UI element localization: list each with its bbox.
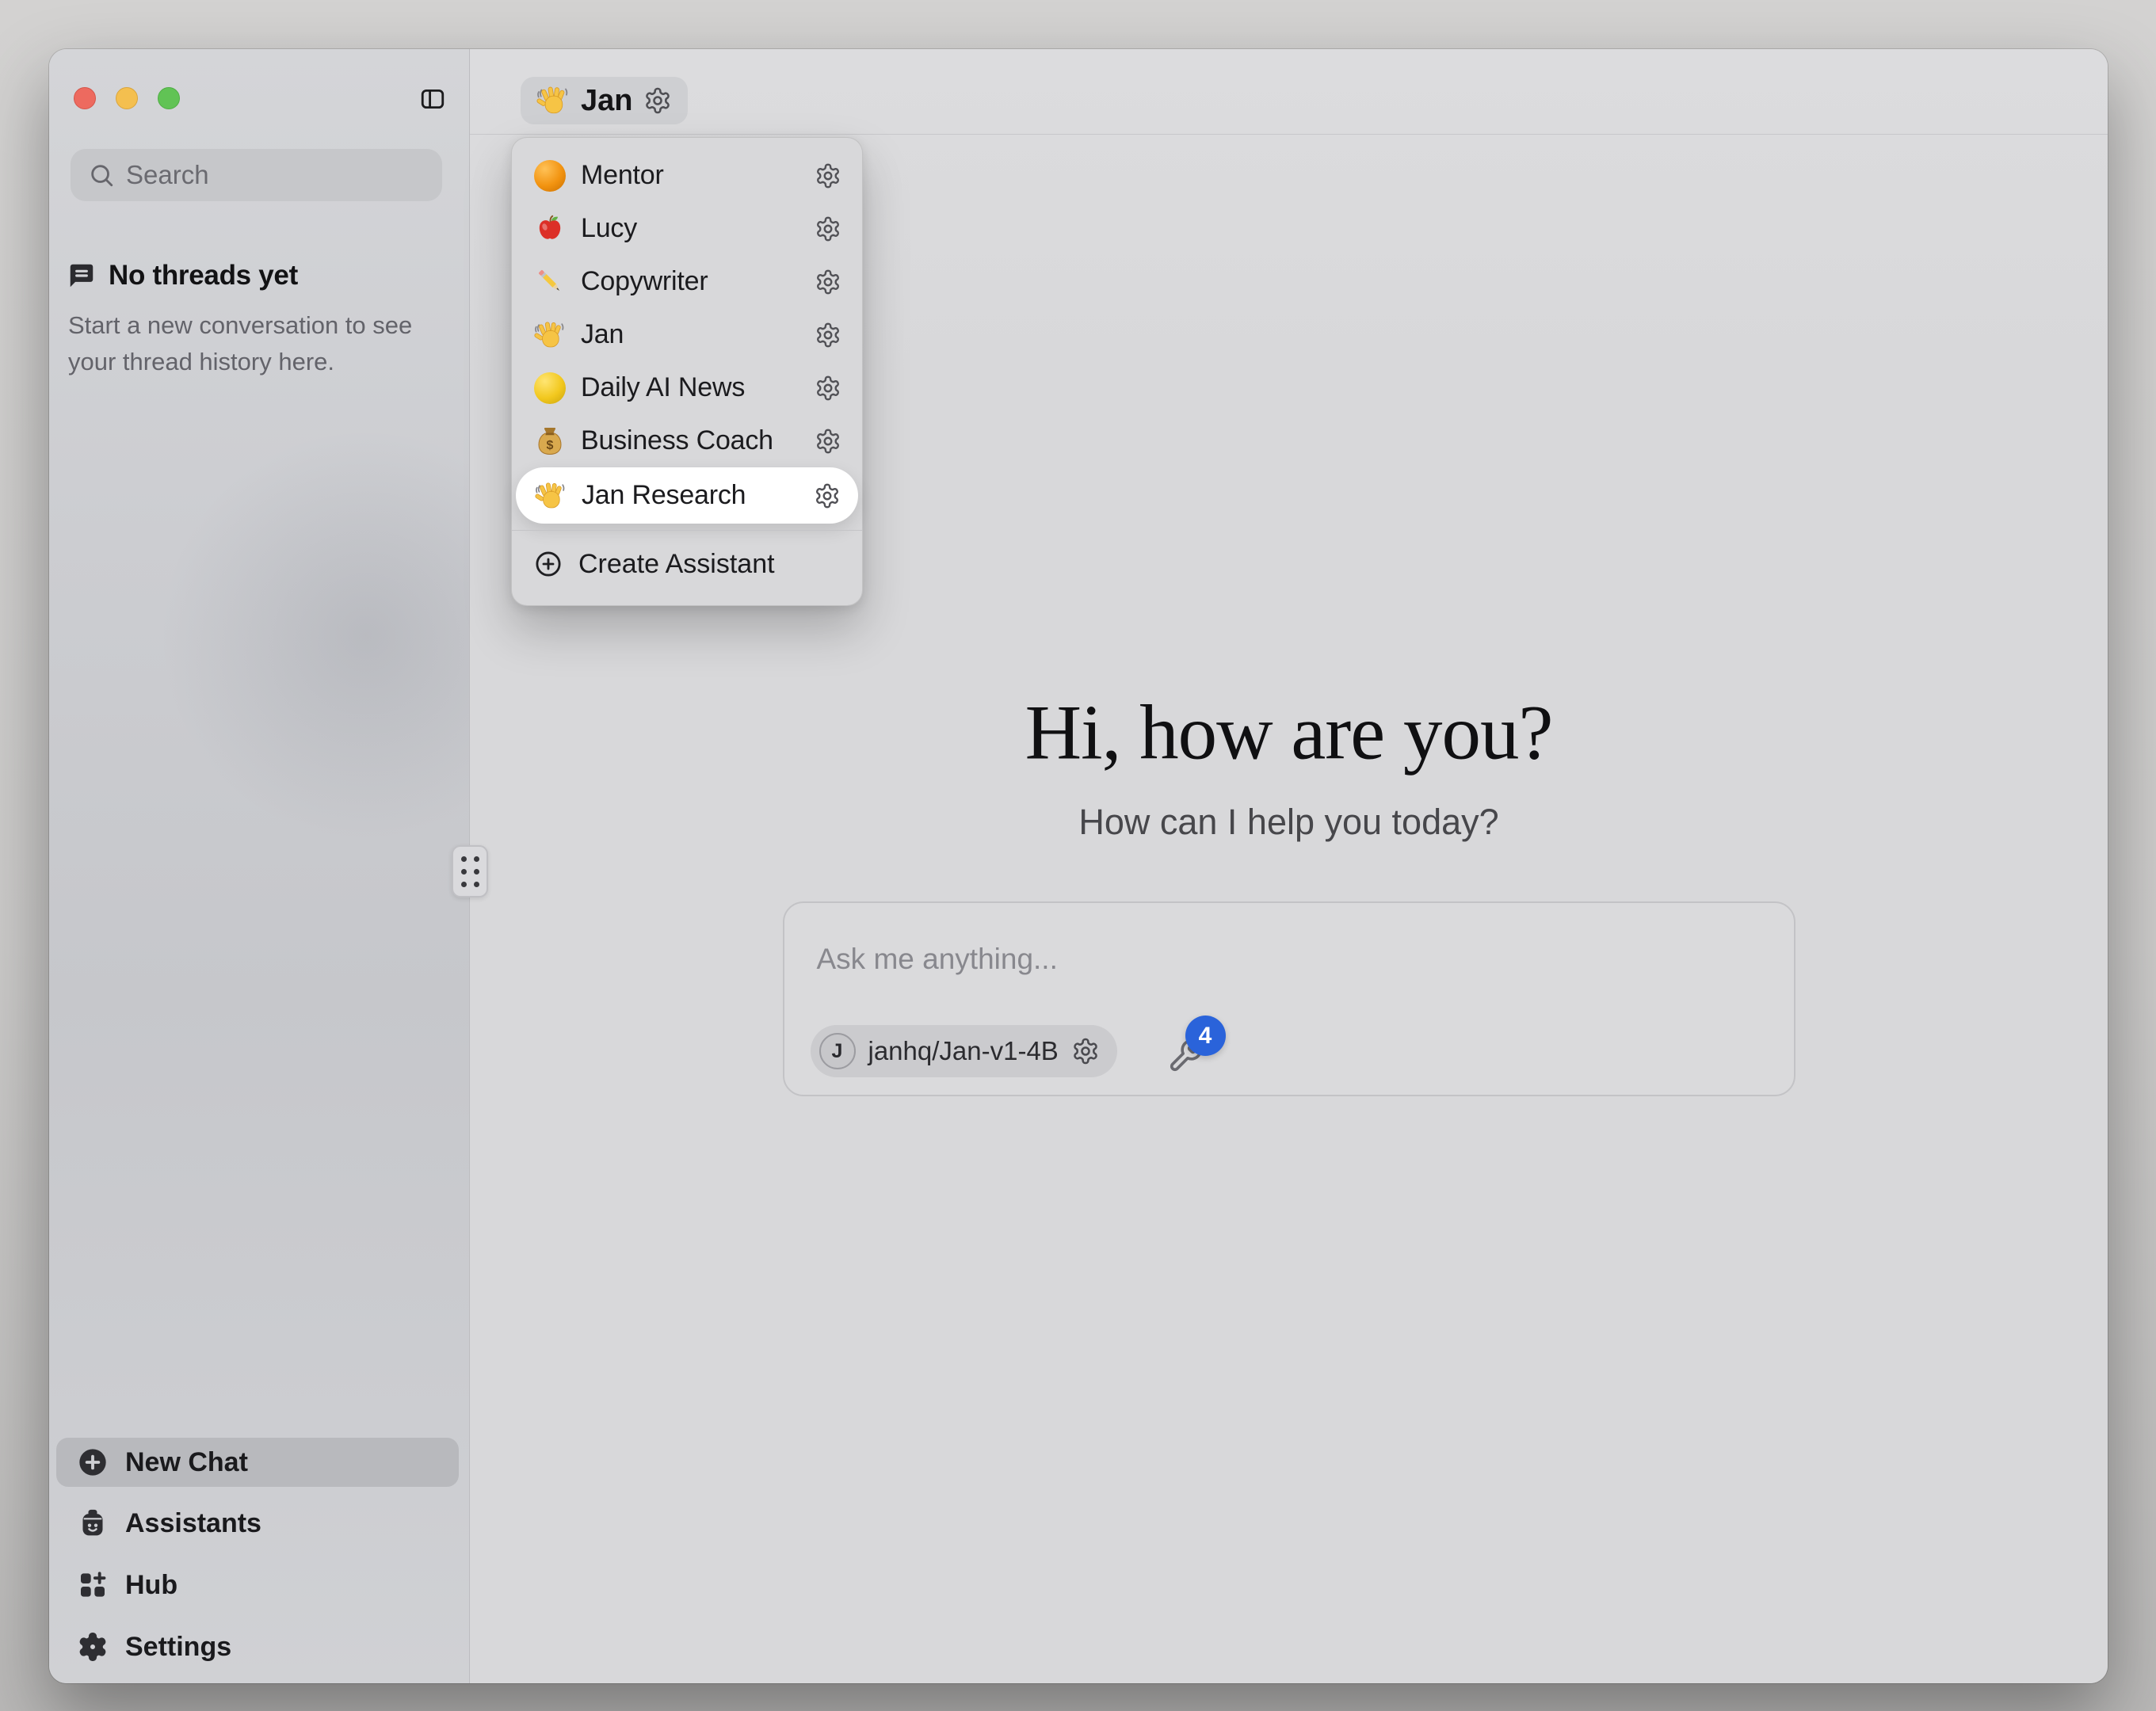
main-area: Jan Mentor Lucy Copywriter Jan [470, 49, 2108, 1683]
menu-item-label: Lucy [581, 213, 799, 244]
close-window-button[interactable] [74, 87, 96, 109]
empty-state-title: No threads yet [109, 260, 298, 292]
grip-dots-icon [461, 856, 479, 887]
sidebar-item-settings[interactable]: Settings [56, 1622, 459, 1671]
menu-item-jan[interactable]: Jan [512, 308, 862, 361]
waving-hand-emoji [534, 319, 566, 351]
menu-item-copywriter[interactable]: Copywriter [512, 255, 862, 308]
pencil-emoji [534, 266, 566, 298]
window-controls [74, 87, 180, 109]
gear-icon[interactable] [814, 482, 841, 509]
search-box [71, 149, 442, 201]
sidebar-toggle-icon[interactable] [418, 86, 447, 112]
menu-item-business-coach[interactable]: Business Coach [512, 414, 862, 467]
menu-item-mentor[interactable]: Mentor [512, 149, 862, 202]
menu-item-label: Jan Research [582, 480, 799, 511]
yellow-circle-emoji [534, 372, 566, 404]
waving-hand-emoji [535, 480, 567, 512]
assistant-menu: Mentor Lucy Copywriter Jan Daily AI News [511, 137, 863, 606]
search-input[interactable] [71, 149, 442, 201]
menu-item-label: Jan [581, 319, 799, 350]
model-avatar: J [819, 1033, 856, 1069]
assistant-selector-label: Jan [581, 84, 632, 118]
create-assistant-label: Create Assistant [578, 549, 775, 580]
chat-input[interactable] [784, 903, 1794, 1006]
menu-item-label: Business Coach [581, 425, 799, 456]
assistant-selector-button[interactable]: Jan [521, 77, 688, 124]
sidebar-item-hub[interactable]: Hub [56, 1560, 459, 1610]
zoom-window-button[interactable] [158, 87, 180, 109]
create-assistant-button[interactable]: Create Assistant [512, 539, 862, 589]
chat-bubble-icon [67, 261, 97, 291]
money-bag-emoji [534, 425, 566, 457]
grid-plus-icon [77, 1569, 109, 1601]
model-selector-button[interactable]: J janhq/Jan-v1-4B [811, 1025, 1117, 1077]
menu-item-lucy[interactable]: Lucy [512, 202, 862, 255]
gear-icon[interactable] [815, 269, 841, 295]
sidebar: No threads yet Start a new conversation … [49, 49, 470, 1683]
assistant-settings-icon[interactable] [643, 86, 672, 115]
gear-icon[interactable] [815, 162, 841, 189]
menu-item-jan-research[interactable]: Jan Research [516, 467, 858, 524]
gear-icon[interactable] [815, 428, 841, 455]
plus-circle-icon [534, 550, 563, 578]
nav-label: Settings [125, 1632, 231, 1663]
threads-empty-state: No threads yet [67, 260, 298, 292]
red-apple-emoji [534, 213, 566, 245]
app-window: No threads yet Start a new conversation … [49, 49, 2108, 1683]
greeting-title: Hi, how are you? [1025, 688, 1553, 778]
gear-icon[interactable] [815, 322, 841, 349]
nav-label: Hub [125, 1570, 177, 1601]
empty-state-description: Start a new conversation to see your thr… [68, 307, 425, 380]
nav-label: New Chat [125, 1447, 248, 1478]
menu-item-label: Copywriter [581, 266, 799, 297]
circle-plus-icon [77, 1446, 109, 1478]
greeting-subtitle: How can I help you today? [1078, 802, 1498, 843]
gear-icon[interactable] [815, 215, 841, 242]
search-icon [88, 162, 115, 189]
gear-icon [77, 1631, 109, 1663]
nav-label: Assistants [125, 1508, 261, 1539]
sidebar-resize-handle[interactable] [452, 845, 488, 897]
sidebar-item-new-chat[interactable]: New Chat [56, 1438, 459, 1487]
main-header [470, 49, 2108, 135]
tools-count-badge[interactable]: 4 [1185, 1016, 1226, 1056]
orange-circle-emoji [534, 160, 566, 192]
chat-composer: J janhq/Jan-v1-4B 4 [783, 901, 1795, 1096]
menu-item-label: Daily AI News [581, 372, 799, 403]
gear-icon[interactable] [815, 375, 841, 402]
minimize-window-button[interactable] [116, 87, 138, 109]
menu-item-label: Mentor [581, 160, 799, 191]
sidebar-item-assistants[interactable]: Assistants [56, 1499, 459, 1548]
model-name: janhq/Jan-v1-4B [868, 1036, 1059, 1066]
menu-divider [512, 530, 862, 531]
model-settings-icon[interactable] [1071, 1037, 1100, 1065]
assistant-bag-icon [77, 1507, 109, 1539]
waving-hand-emoji [536, 84, 570, 117]
menu-item-daily-ai-news[interactable]: Daily AI News [512, 361, 862, 414]
